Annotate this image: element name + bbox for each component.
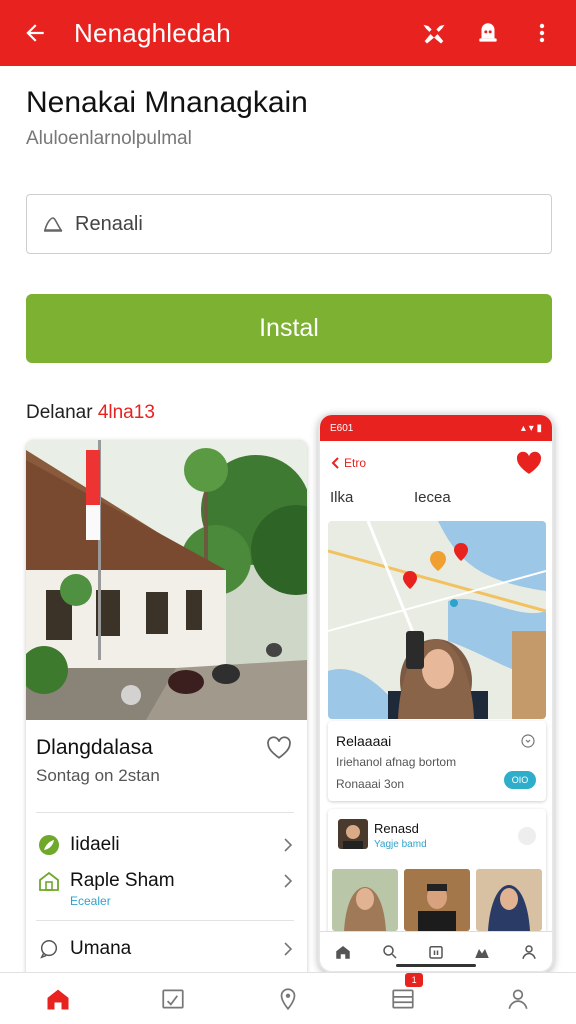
search-input[interactable]: Renaali xyxy=(26,194,552,254)
section-label-accent: 4lna13 xyxy=(97,402,155,423)
phone-tab-1[interactable]: Ilka xyxy=(330,489,414,506)
photo-thumb[interactable] xyxy=(476,869,542,931)
phone-mockup: E601 ▴ ▾ ▮ Etro Ilka Iecea Relaaaai Irie… xyxy=(318,413,554,973)
arrow-back-icon[interactable] xyxy=(20,18,50,48)
phone-status-bar: E601 ▴ ▾ ▮ xyxy=(320,415,552,441)
tools-icon[interactable] xyxy=(414,13,454,53)
notification-badge: 1 xyxy=(405,972,424,987)
search-icon[interactable] xyxy=(381,943,399,961)
more-icon[interactable] xyxy=(518,827,536,845)
user-sub: Yagje bamd xyxy=(374,839,427,850)
section-label: Delanar 4lna13 xyxy=(26,402,155,424)
card-subtitle: Sontag on 2stan xyxy=(36,766,160,785)
photo-thumb[interactable] xyxy=(404,869,470,931)
heart-filled-icon[interactable] xyxy=(516,451,542,475)
home-icon[interactable] xyxy=(38,979,78,1019)
divider xyxy=(36,812,294,813)
phone-tab-2[interactable]: Iecea xyxy=(414,489,451,506)
card-title: Dlangdalasa xyxy=(36,736,153,759)
phone-back-button[interactable]: Etro xyxy=(330,456,516,470)
page-subtitle: Aluloenlarnolpulmal xyxy=(26,128,192,149)
chat-icon xyxy=(36,936,62,962)
profile-icon[interactable] xyxy=(498,979,538,1019)
card-row-1[interactable]: Iidaeli xyxy=(36,832,296,858)
photo-strip xyxy=(332,869,542,931)
card-row-3-label: Umana xyxy=(70,938,132,959)
map-view[interactable] xyxy=(328,521,546,719)
leaf-icon xyxy=(36,832,62,858)
heart-icon[interactable] xyxy=(266,736,292,760)
card-row-1-label: Iidaeli xyxy=(70,834,120,855)
bottom-nav: 1 xyxy=(0,972,576,1024)
location-icon xyxy=(41,212,65,236)
signal-icon: ▴ ▾ ▮ xyxy=(520,422,542,434)
card-row-2-sub: Ecealer xyxy=(70,894,111,908)
list-icon[interactable]: 1 xyxy=(383,972,424,1019)
chevron-right-icon xyxy=(284,838,293,852)
chevron-right-icon xyxy=(284,942,293,956)
app-bar: Nenaghledah xyxy=(0,0,576,66)
info-meta: Ronaaai 3on xyxy=(336,777,405,791)
card-row-2[interactable]: Raple Sham xyxy=(36,868,296,894)
install-button[interactable]: Instal xyxy=(26,294,552,363)
chevron-left-icon xyxy=(331,457,339,469)
place-photo xyxy=(26,440,307,720)
search-placeholder: Renaali xyxy=(75,212,143,235)
phone-header: Etro xyxy=(320,441,552,485)
page-title: Nenakai Mnanagkain xyxy=(26,86,308,119)
card-row-2-label: Raple Sham xyxy=(70,870,175,891)
chevron-right-icon xyxy=(284,874,293,888)
avatar xyxy=(338,819,368,849)
people-icon[interactable] xyxy=(473,943,491,961)
heart-icon[interactable] xyxy=(520,733,536,749)
phone-user-card[interactable]: Renasd Yagje bamd xyxy=(328,809,546,935)
phone-back-label: Etro xyxy=(344,456,367,470)
phone-tabs: Ilka Iecea xyxy=(330,489,540,506)
home-indicator xyxy=(396,964,476,967)
photo-thumb[interactable] xyxy=(332,869,398,931)
card-row-3[interactable]: Umana xyxy=(36,936,296,962)
house-icon xyxy=(36,868,62,894)
calendar-icon[interactable] xyxy=(427,943,445,961)
more-vert-icon[interactable] xyxy=(522,13,562,53)
location-icon[interactable] xyxy=(268,979,308,1019)
profile-icon[interactable] xyxy=(520,943,538,961)
phone-info-card[interactable]: Relaaaai Iriehanol afnag bortom Ronaaai … xyxy=(328,721,546,801)
phone-status-time: E601 xyxy=(330,422,354,434)
home-icon[interactable] xyxy=(334,943,352,961)
info-title: Relaaaai xyxy=(336,733,392,749)
chart-icon[interactable] xyxy=(153,979,193,1019)
place-card[interactable]: Dlangdalasa Sontag on 2stan Iidaeli Rapl… xyxy=(26,440,307,980)
section-label-text: Delanar xyxy=(26,402,98,423)
divider xyxy=(36,920,294,921)
user-name: Renasd xyxy=(374,821,419,836)
info-desc: Iriehanol afnag bortom xyxy=(336,755,457,769)
app-title: Nenaghledah xyxy=(74,17,231,48)
status-pill[interactable]: OIO xyxy=(504,771,536,789)
robot-icon[interactable] xyxy=(468,13,508,53)
